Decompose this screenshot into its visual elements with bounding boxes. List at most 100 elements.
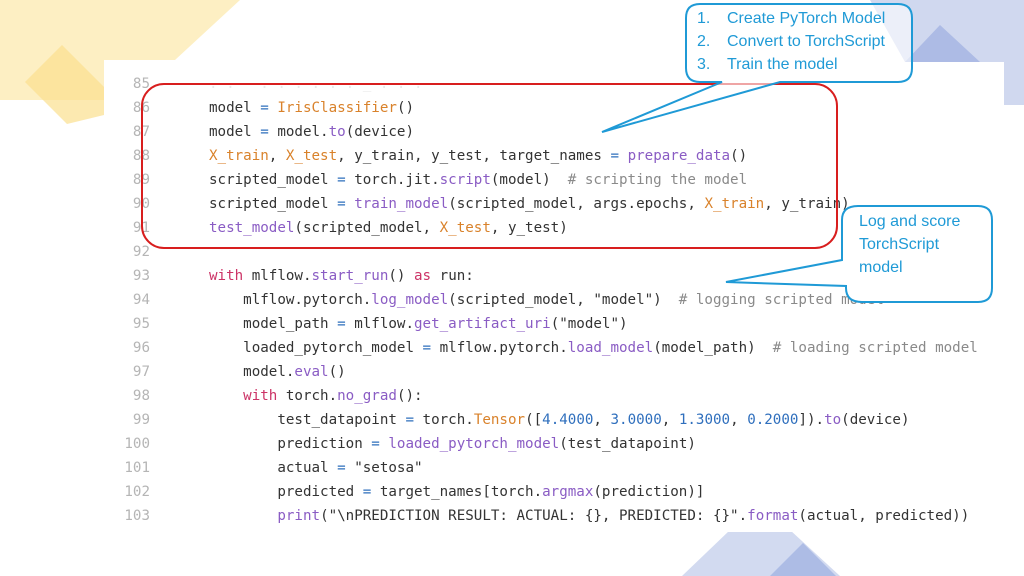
step-number: 3. <box>697 56 711 73</box>
code-token: prediction <box>209 436 372 452</box>
code-token: (scripted_model, <box>294 220 440 236</box>
line-number: 90 <box>132 196 150 212</box>
code-token: X_train <box>209 148 269 164</box>
code-token: actual <box>209 460 338 476</box>
code-token: scripted_model <box>209 172 338 188</box>
code-token: IrisClassifier <box>277 100 397 116</box>
code-token: , <box>268 148 286 164</box>
code-token: torch. <box>277 388 338 404</box>
code-token: # loading scripted model <box>772 340 978 356</box>
code-token: = <box>422 340 432 356</box>
code-text: test_datapoint = torch.Tensor([4.4000, 3… <box>209 408 910 432</box>
code-token: (scripted_model, "model") <box>448 292 679 308</box>
code-token: ("model") <box>550 316 628 332</box>
code-token: with <box>243 388 278 404</box>
code-token: ("\nPREDICTION RESULT: ACTUAL: {}, PREDI… <box>320 508 748 524</box>
code-token: log_model <box>371 292 449 308</box>
code-token: model <box>209 124 261 140</box>
code-token: to <box>824 412 842 428</box>
code-token: , <box>730 412 748 428</box>
code-text: X_train, X_test, y_train, y_test, target… <box>209 144 747 168</box>
code-token: , <box>661 412 679 428</box>
code-text: prediction = loaded_pytorch_model(test_d… <box>209 432 696 456</box>
code-token: get_artifact_uri <box>414 316 551 332</box>
line-number: 95 <box>132 316 150 332</box>
log-score-callout: Log and score TorchScript model <box>859 210 960 279</box>
code-token: model. <box>268 124 329 140</box>
code-token: torch.jit. <box>345 172 440 188</box>
code-text: scripted_model = torch.jit.script(model)… <box>209 168 747 192</box>
code-text: test_model(scripted_model, X_test, y_tes… <box>209 216 568 240</box>
code-token: (test_datapoint) <box>559 436 696 452</box>
step-item: 3. Train the model <box>697 53 885 76</box>
code-token: script <box>439 172 491 188</box>
code-text: model = IrisClassifier() <box>209 96 414 120</box>
code-token: ]). <box>798 412 825 428</box>
step-number: 1. <box>697 10 711 27</box>
code-text: scripted_model = train_model(scripted_mo… <box>209 192 850 216</box>
code-token: loaded_pytorch_model <box>388 436 560 452</box>
code-token: Tensor <box>473 412 526 428</box>
code-text: mlflow.pytorch.log_model(scripted_model,… <box>209 288 884 312</box>
code-token: (): <box>396 388 423 404</box>
code-token: 0.2000 <box>747 412 799 428</box>
code-token: () <box>388 268 415 284</box>
step-item: 2. Convert to TorchScript <box>697 30 885 53</box>
code-token: = <box>260 100 269 116</box>
code-token: (actual, predicted)) <box>798 508 970 524</box>
line-number: 92 <box>132 244 150 260</box>
code-token: test_model <box>209 220 295 236</box>
code-text: actual = "setosa" <box>209 456 423 480</box>
code-token: "setosa" <box>345 460 423 476</box>
line-number: 100 <box>124 436 150 452</box>
code-token: = <box>362 484 372 500</box>
steps-callout: 1. Create PyTorch Model 2. Convert to Torch… <box>697 7 885 76</box>
code-text: print("\nPREDICTION RESULT: ACTUAL: {}, … <box>209 504 969 528</box>
line-number: 102 <box>124 484 150 500</box>
code-token: eval <box>294 364 329 380</box>
code-token: (model) <box>490 172 568 188</box>
line-number: 93 <box>132 268 150 284</box>
line-number: 88 <box>132 148 150 164</box>
line-number: 85 <box>132 76 150 92</box>
code-token: X_test <box>285 148 338 164</box>
step-number: 2. <box>697 33 711 50</box>
code-token: model. <box>209 364 295 380</box>
log-score-line: Log and score <box>859 213 961 230</box>
code-token: = <box>405 412 415 428</box>
line-number: 91 <box>132 220 150 236</box>
code-token: scripted_model <box>209 196 338 212</box>
line-number: 94 <box>132 292 150 308</box>
code-token: 1.3000 <box>678 412 731 428</box>
line-number: 86 <box>132 100 150 116</box>
code-token: = <box>610 148 620 164</box>
code-token: with <box>209 268 244 284</box>
code-token: print <box>277 508 321 524</box>
code-token: () <box>730 148 748 164</box>
code-token: torch. <box>414 412 474 428</box>
line-number: 89 <box>132 172 150 188</box>
code-token: prepare_data <box>627 148 731 164</box>
code-token: X_train <box>704 196 765 212</box>
code-token: (device) <box>841 412 910 428</box>
code-token: train_model <box>354 196 449 212</box>
line-number: 101 <box>124 460 150 476</box>
code-token: argmax <box>542 484 594 500</box>
code-editor: . . . . . . . . _ . . . 85 86 model = Iris… <box>104 62 1004 532</box>
code-text: with mlflow.start_run() as run: <box>209 264 474 288</box>
line-number: 98 <box>132 388 150 404</box>
code-text: with torch.no_grad(): <box>209 384 423 408</box>
code-token: (model_path) <box>653 340 773 356</box>
code-token: 3.0000 <box>610 412 662 428</box>
code-token: no_grad <box>337 388 397 404</box>
line-number: 103 <box>124 508 150 524</box>
code-token: format <box>747 508 799 524</box>
step-label: Train the model <box>727 56 838 73</box>
code-token: , y_train) <box>764 196 850 212</box>
log-score-line: model <box>859 259 903 276</box>
code-token: (device) <box>345 124 415 140</box>
code-token: start_run <box>311 268 389 284</box>
